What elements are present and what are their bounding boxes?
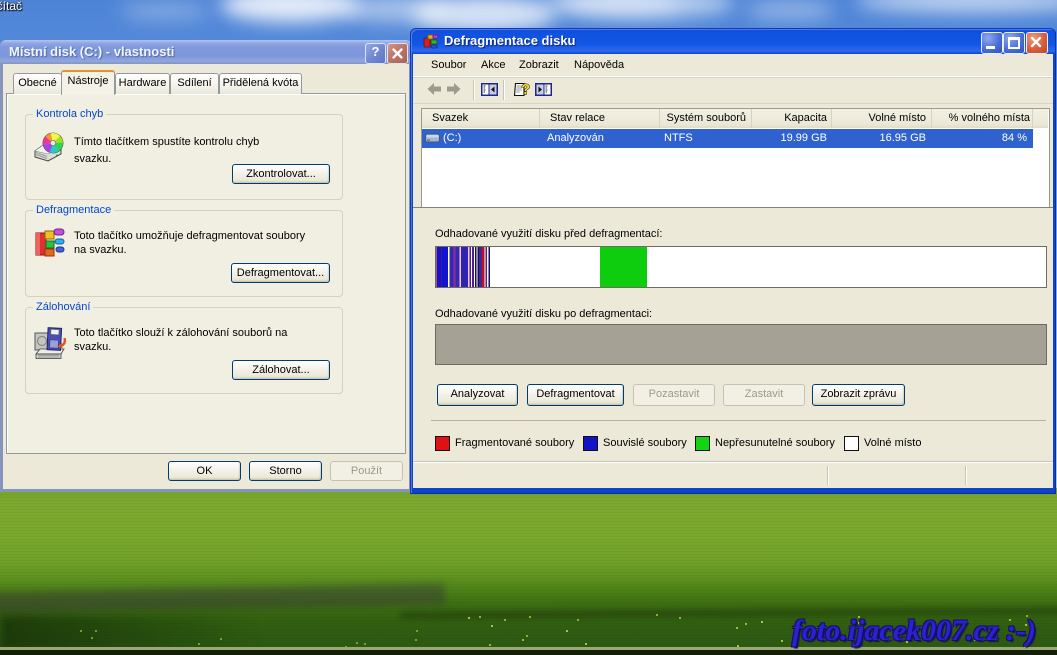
svg-text:?: ? (521, 82, 530, 98)
